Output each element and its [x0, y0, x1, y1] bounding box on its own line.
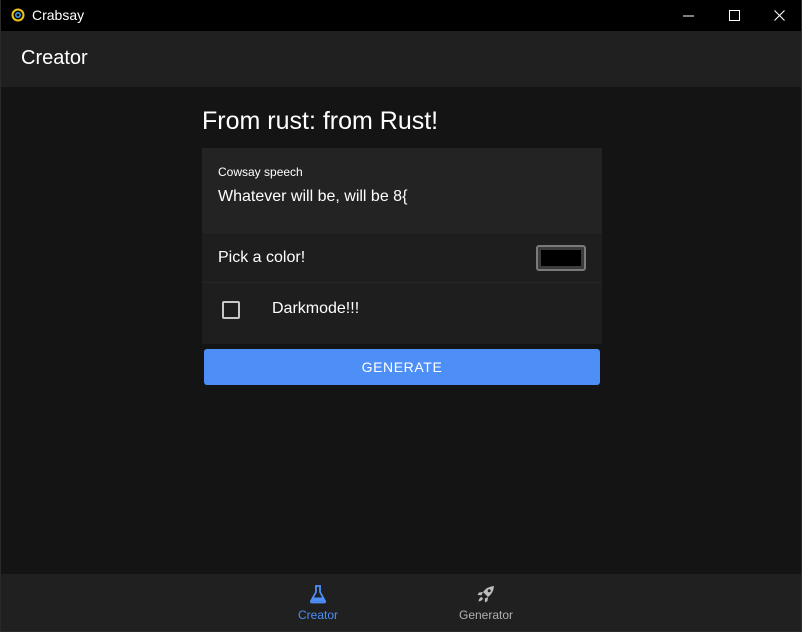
creator-form: Cowsay speech Pick a color! Darkmode!!!	[202, 148, 602, 344]
app-header: Creator	[1, 31, 801, 87]
speech-field-label: Cowsay speech	[218, 165, 303, 179]
darkmode-checkbox[interactable]	[222, 301, 240, 319]
darkmode-row[interactable]: Darkmode!!!	[202, 283, 602, 335]
app-window: Crabsay Creator From rust: from Rust! Co…	[0, 0, 802, 632]
minimize-button[interactable]	[665, 0, 711, 31]
nav-item-generator[interactable]: Generator	[426, 574, 546, 631]
color-swatch	[541, 250, 581, 266]
nav-item-creator[interactable]: Creator	[258, 574, 378, 631]
title-bar[interactable]: Crabsay	[1, 0, 801, 31]
speech-input[interactable]	[218, 188, 578, 206]
maximize-button[interactable]	[711, 0, 757, 31]
color-picker-button[interactable]	[536, 245, 586, 271]
page-title: Creator	[21, 47, 88, 69]
window-title: Crabsay	[32, 7, 85, 23]
nav-label-creator: Creator	[297, 608, 338, 622]
nav-label-generator: Generator	[458, 608, 514, 622]
close-button[interactable]	[756, 0, 802, 31]
speech-field[interactable]: Cowsay speech	[202, 148, 602, 235]
darkmode-label: Darkmode!!!	[272, 300, 360, 317]
rocket-icon	[476, 584, 496, 604]
flask-icon	[308, 584, 328, 604]
generate-button[interactable]: GENERATE	[204, 349, 600, 385]
color-picker-row: Pick a color!	[202, 235, 602, 283]
content-heading: From rust: from Rust!	[202, 107, 439, 135]
bottom-navigation: Creator Generator	[1, 574, 801, 631]
color-picker-label: Pick a color!	[218, 249, 306, 266]
app-logo-icon	[11, 8, 25, 22]
